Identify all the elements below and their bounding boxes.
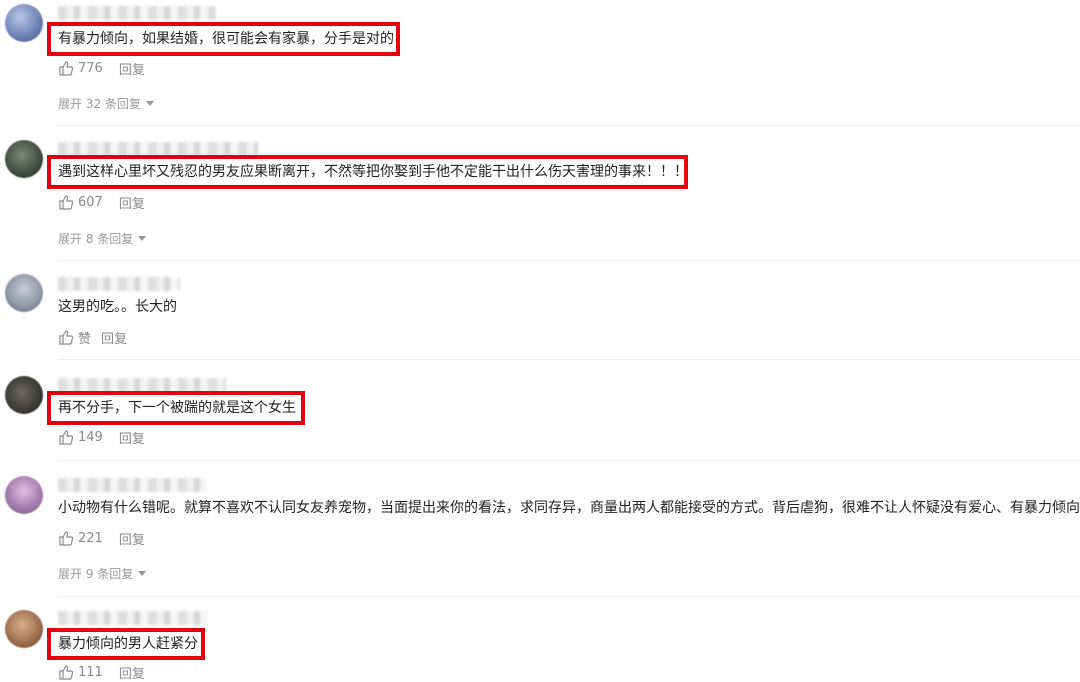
- username-blurred[interactable]: [58, 142, 258, 156]
- avatar[interactable]: [5, 376, 43, 414]
- reply-button[interactable]: 回复: [119, 529, 145, 548]
- username-blurred[interactable]: [58, 277, 180, 291]
- divider: [58, 125, 1080, 126]
- like-count: 221: [78, 530, 103, 546]
- expand-replies-button[interactable]: 展开 8 条回复: [58, 230, 147, 247]
- like-button[interactable]: 赞: [58, 328, 91, 347]
- comment-actions: 111 回复: [58, 663, 145, 682]
- reply-button[interactable]: 回复: [101, 328, 127, 347]
- reply-button[interactable]: 回复: [119, 193, 145, 212]
- thumbs-up-icon: [59, 430, 74, 445]
- reply-button[interactable]: 回复: [119, 428, 145, 447]
- avatar[interactable]: [5, 610, 43, 648]
- avatar[interactable]: [5, 476, 43, 514]
- username-blurred[interactable]: [58, 6, 216, 20]
- comment-text: 小动物有什么错呢。就算不喜欢不认同女友养宠物，当面提出来你的看法，求同存异，商量…: [58, 500, 1080, 516]
- thumbs-up-icon: [59, 330, 74, 345]
- caret-down-icon: [138, 571, 147, 576]
- reply-button[interactable]: 回复: [119, 59, 145, 78]
- comment-actions: 776 回复: [58, 59, 145, 78]
- expand-replies-label: 展开 8 条回复: [58, 232, 134, 246]
- avatar[interactable]: [5, 274, 43, 312]
- reply-button[interactable]: 回复: [119, 663, 145, 682]
- like-count: 607: [78, 194, 103, 210]
- username-blurred[interactable]: [58, 611, 208, 625]
- like-button[interactable]: 607: [58, 194, 103, 210]
- like-button[interactable]: 221: [58, 530, 103, 546]
- expand-replies-button[interactable]: 展开 32 条回复: [58, 95, 154, 112]
- comment-text: 再不分手，下一个被踹的就是这个女生: [58, 400, 296, 416]
- thumbs-up-icon: [59, 665, 74, 680]
- caret-down-icon: [145, 101, 154, 106]
- divider: [58, 596, 1080, 597]
- expand-replies-label: 展开 9 条回复: [58, 567, 134, 581]
- comment-text: 暴力倾向的男人赶紧分: [58, 636, 198, 652]
- comment-actions: 赞 回复: [58, 328, 127, 347]
- thumbs-up-icon: [59, 195, 74, 210]
- username-blurred[interactable]: [58, 378, 226, 392]
- comment-actions: 149 回复: [58, 428, 145, 447]
- like-button[interactable]: 111: [58, 664, 103, 680]
- thumbs-up-icon: [59, 531, 74, 546]
- like-button[interactable]: 776: [58, 60, 103, 76]
- comment-actions: 607 回复: [58, 193, 145, 212]
- divider: [58, 359, 1080, 360]
- username-blurred[interactable]: [58, 478, 206, 492]
- like-button[interactable]: 149: [58, 429, 103, 445]
- like-count: 赞: [78, 331, 92, 347]
- comment-text: 有暴力倾向，如果结婚，很可能会有家暴，分手是对的: [58, 31, 394, 47]
- avatar[interactable]: [5, 4, 43, 42]
- expand-replies-button[interactable]: 展开 9 条回复: [58, 565, 147, 582]
- comment-text: 这男的吃。。长大的: [58, 299, 177, 315]
- like-count: 776: [78, 60, 103, 76]
- comment-actions: 221 回复: [58, 529, 145, 548]
- divider: [58, 260, 1080, 261]
- caret-down-icon: [138, 236, 147, 241]
- expand-replies-label: 展开 32 条回复: [58, 97, 141, 111]
- comment-text: 遇到这样心里坏又残忍的男友应果断离开，不然等把你娶到手他不定能干出什么伤天害理的…: [58, 164, 688, 180]
- avatar[interactable]: [5, 140, 43, 178]
- like-count: 149: [78, 429, 103, 445]
- like-count: 111: [78, 664, 103, 680]
- divider: [58, 460, 1080, 461]
- thumbs-up-icon: [59, 61, 74, 76]
